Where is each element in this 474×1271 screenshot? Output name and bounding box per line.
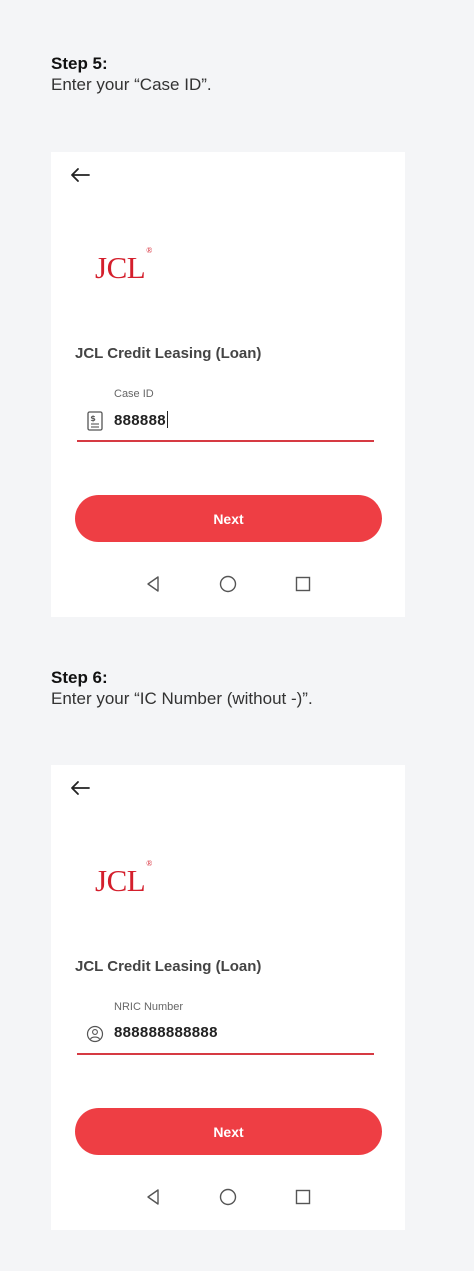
input-underline xyxy=(77,1053,374,1055)
nav-back-icon[interactable] xyxy=(143,574,163,594)
android-nav-bar xyxy=(51,1187,405,1211)
step-title: Step 6: xyxy=(51,668,108,687)
nric-number-input[interactable]: 888888888888 xyxy=(114,1024,218,1041)
step-description: Enter your “Case ID”. xyxy=(51,75,212,94)
jcl-logo: JCL® xyxy=(95,858,152,898)
step-description: Enter your “IC Number (without -)”. xyxy=(51,689,313,708)
android-nav-bar xyxy=(51,574,405,598)
nav-recents-icon[interactable] xyxy=(293,574,313,594)
app-title: JCL Credit Leasing (Loan) xyxy=(75,958,262,975)
nav-home-icon[interactable] xyxy=(218,574,238,594)
case-id-input[interactable]: 888888 xyxy=(114,411,168,429)
nric-number-label: NRIC Number xyxy=(114,1001,184,1013)
back-arrow-icon[interactable] xyxy=(69,779,91,797)
user-circle-icon xyxy=(86,1025,104,1043)
input-underline xyxy=(77,440,374,442)
nav-recents-icon[interactable] xyxy=(293,1187,313,1207)
step-title: Step 5: xyxy=(51,54,108,73)
case-id-label: Case ID xyxy=(114,388,154,400)
step-5-header: Step 5: Enter your “Case ID”. xyxy=(51,53,212,95)
back-arrow-icon[interactable] xyxy=(69,166,91,184)
phone-screen-nric: JCL® JCL Credit Leasing (Loan) NRIC Numb… xyxy=(51,765,405,1230)
text-caret xyxy=(166,411,168,428)
svg-text:$: $ xyxy=(90,414,96,423)
nav-home-icon[interactable] xyxy=(218,1187,238,1207)
invoice-document-icon: $ xyxy=(87,411,103,431)
next-button[interactable]: Next xyxy=(75,495,382,542)
next-button[interactable]: Next xyxy=(75,1108,382,1155)
nav-back-icon[interactable] xyxy=(143,1187,163,1207)
phone-screen-case-id: JCL® JCL Credit Leasing (Loan) Case ID $… xyxy=(51,152,405,617)
app-title: JCL Credit Leasing (Loan) xyxy=(75,345,262,362)
jcl-logo: JCL® xyxy=(95,245,152,285)
step-6-header: Step 6: Enter your “IC Number (without -… xyxy=(51,667,313,709)
